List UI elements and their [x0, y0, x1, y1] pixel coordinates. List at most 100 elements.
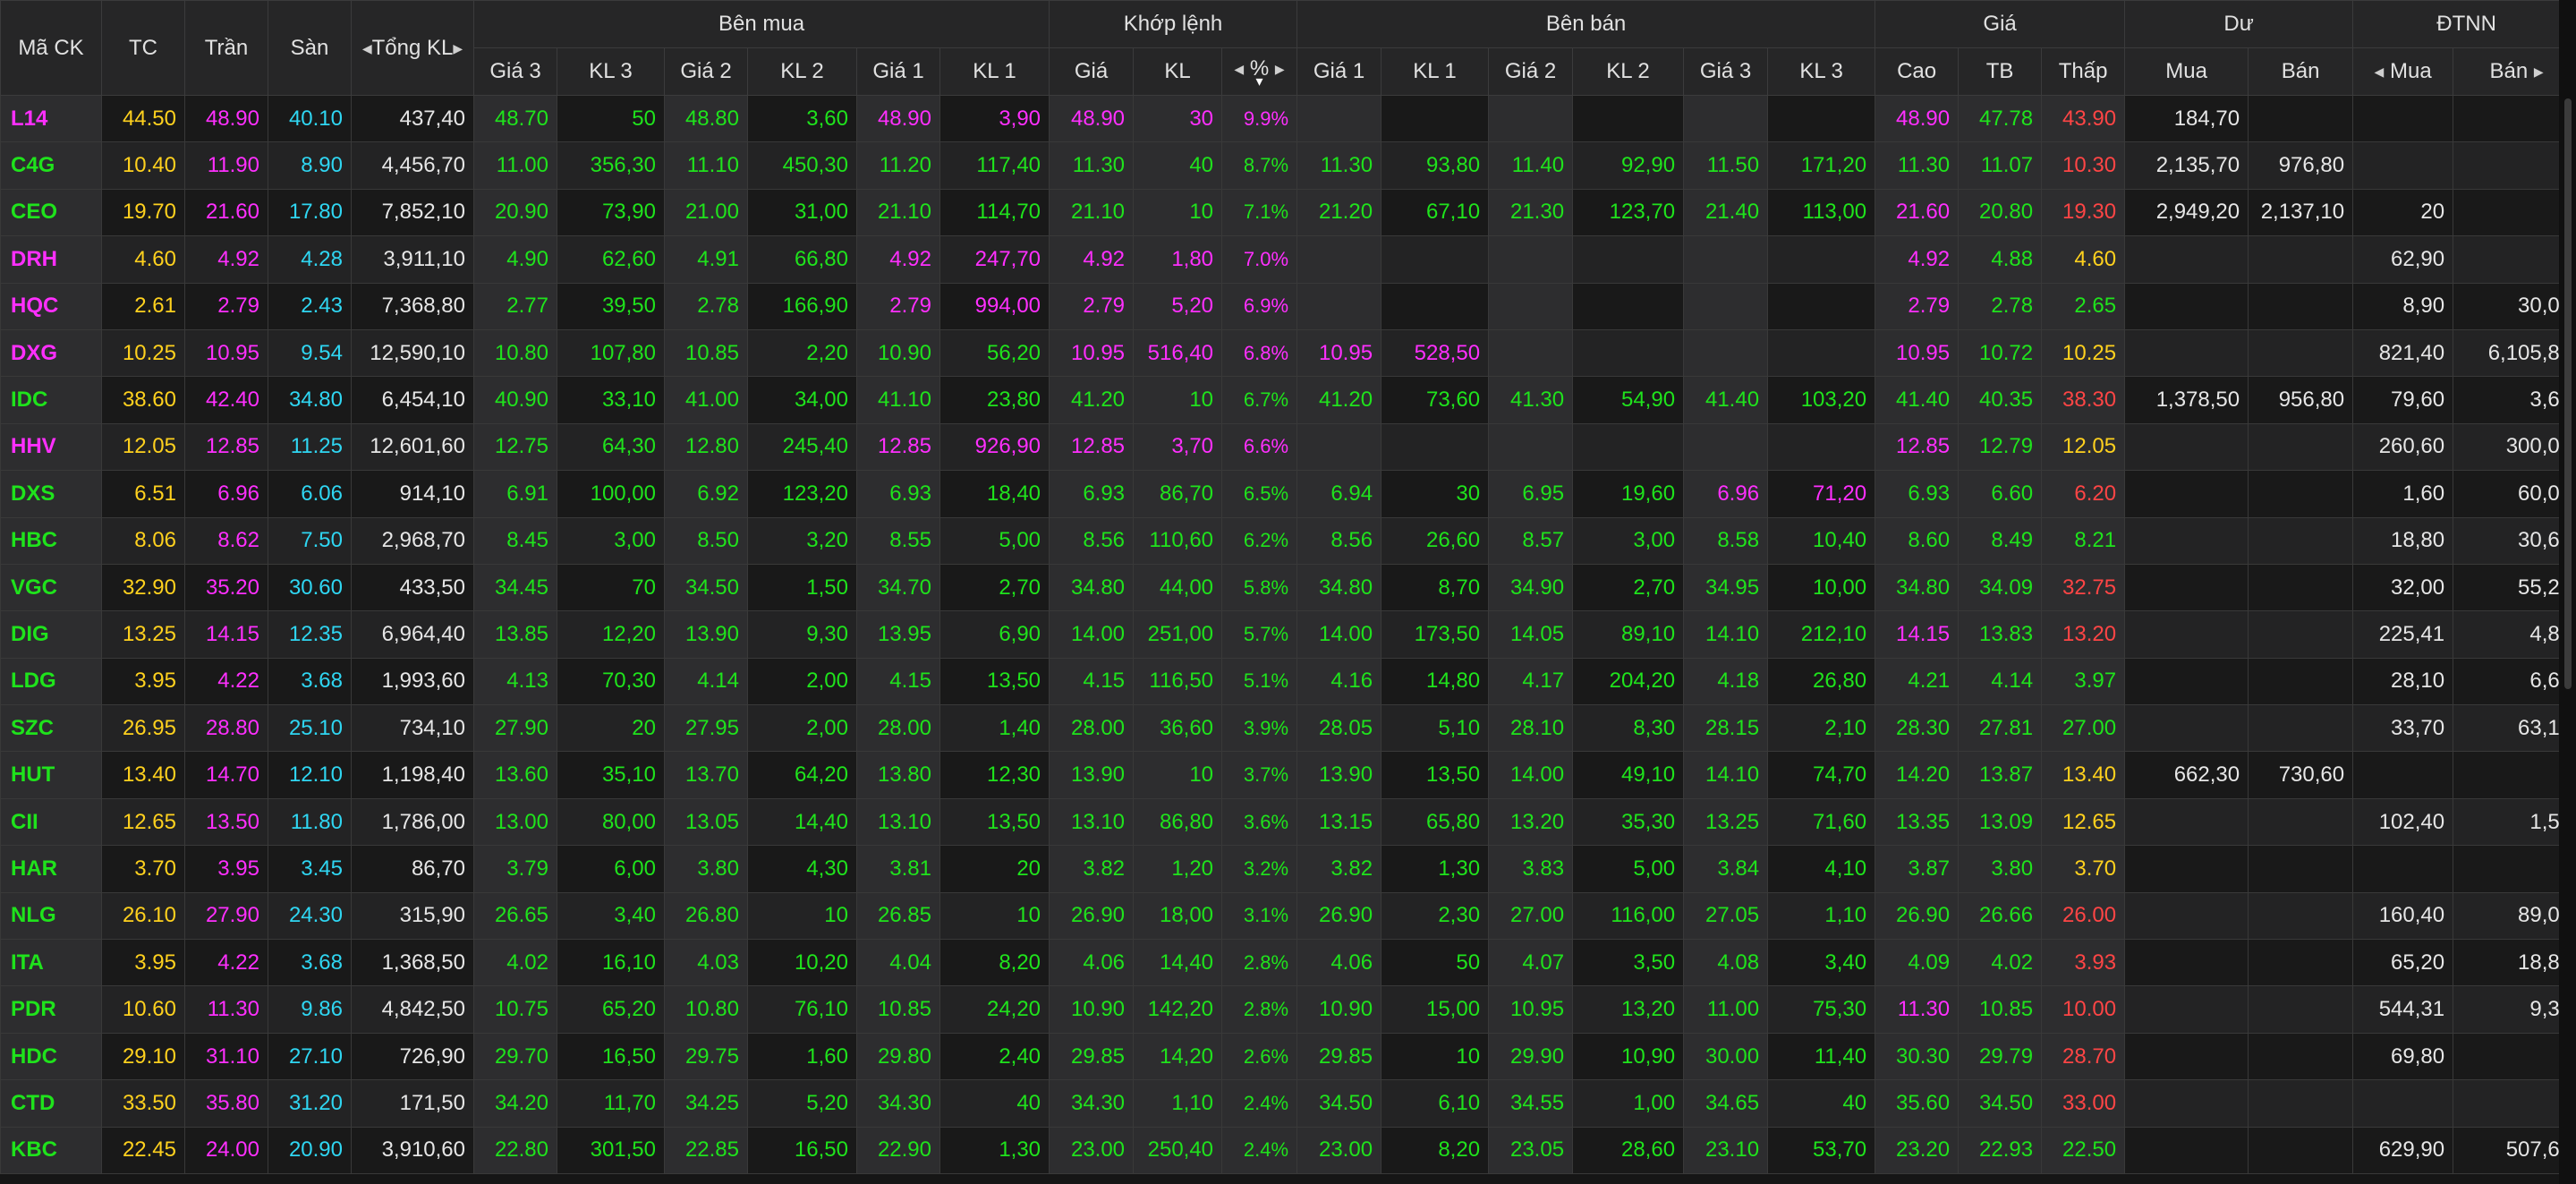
symbol-cell[interactable]: HDC [0, 1032, 102, 1081]
symbol-cell[interactable]: SZC [0, 704, 102, 753]
scrollbar-thumb[interactable] [2564, 98, 2572, 689]
header-match-percent[interactable]: ◀ % ▶ ▾ [1221, 47, 1298, 96]
ask-vol-1-cell [1381, 422, 1490, 472]
table-row[interactable]: HBC 8.06 8.62 7.50 2,968,70 8.45 3,00 8.50 3,20 8… [0, 516, 2576, 565]
ask-vol-2-cell: 204,20 [1572, 657, 1685, 706]
sort-down-icon[interactable]: ▾ [1222, 75, 1297, 89]
table-row[interactable]: DXG 10.25 10.95 9.54 12,590,10 10.80 107,80 10.… [0, 328, 2576, 378]
symbol-cell[interactable]: HQC [0, 282, 102, 330]
header-bid-price-1[interactable]: Giá 1 [856, 47, 940, 96]
header-reference[interactable]: TC [101, 0, 185, 96]
header-floor[interactable]: Sàn [268, 0, 352, 96]
header-ask-vol-1[interactable]: KL 1 [1381, 47, 1490, 96]
table-row[interactable]: ITA 3.95 4.22 3.68 1,368,50 4.02 16,10 4.03 10,2… [0, 939, 2576, 987]
symbol-cell[interactable]: CII [0, 797, 102, 847]
symbol-cell[interactable]: HBC [0, 516, 102, 565]
average-cell: 27.81 [1958, 704, 2043, 753]
symbol-cell[interactable]: DRH [0, 235, 102, 284]
ask-price-3-cell: 11.00 [1683, 985, 1769, 1034]
caret-left-icon[interactable]: ◀ [2375, 64, 2385, 79]
average-cell: 13.83 [1958, 610, 2043, 659]
header-average[interactable]: TB [1958, 47, 2043, 96]
header-bid-price-2[interactable]: Giá 2 [664, 47, 748, 96]
symbol-cell[interactable]: CTD [0, 1079, 102, 1128]
table-row[interactable]: LDG 3.95 4.22 3.68 1,993,60 4.13 70,30 4.14 2,00… [0, 657, 2576, 706]
header-ask-price-2[interactable]: Giá 2 [1488, 47, 1574, 96]
table-row[interactable]: HUT 13.40 14.70 12.10 1,198,40 13.60 35,10 13.7… [0, 751, 2576, 799]
symbol-cell[interactable]: CEO [0, 188, 102, 237]
floor-cell: 9.86 [268, 985, 352, 1034]
match-price-cell: 8.56 [1049, 516, 1135, 565]
header-symbol[interactable]: Mã CK [0, 0, 102, 96]
table-row[interactable]: C4G 10.40 11.90 8.90 4,456,70 11.00 356,30 11.1… [0, 141, 2576, 190]
table-row[interactable]: CII 12.65 13.50 11.80 1,786,00 13.00 80,00 13.0… [0, 797, 2576, 847]
caret-left-icon[interactable]: ◀ [1234, 62, 1244, 76]
bid-vol-2-cell: 3,60 [747, 94, 857, 143]
caret-right-icon[interactable]: ▶ [2534, 64, 2544, 79]
symbol-cell[interactable]: HAR [0, 845, 102, 893]
header-bid-vol-1[interactable]: KL 1 [939, 47, 1050, 96]
symbol-cell[interactable]: DXS [0, 470, 102, 518]
symbol-cell[interactable]: ITA [0, 939, 102, 987]
table-row[interactable]: L14 44.50 48.90 40.10 437,40 48.70 50 48.80 3,60… [0, 94, 2576, 143]
header-match-price[interactable]: Giá [1049, 47, 1135, 96]
header-total-volume[interactable]: ◀Tổng KL▶ [351, 0, 474, 96]
table-row[interactable]: VGC 32.90 35.20 30.60 433,50 34.45 70 34.50 1,50… [0, 563, 2576, 612]
ask-vol-2-cell: 1,00 [1572, 1079, 1685, 1128]
symbol-cell[interactable]: LDG [0, 657, 102, 706]
header-surplus-buy[interactable]: Mua [2124, 47, 2249, 96]
header-foreign-buy[interactable]: ◀ Mua [2352, 47, 2454, 96]
symbol-cell[interactable]: VGC [0, 563, 102, 612]
match-percent-cell: 3.6% [1221, 797, 1298, 847]
symbol-cell[interactable]: HUT [0, 751, 102, 799]
symbol-cell[interactable]: L14 [0, 94, 102, 143]
header-ask-price-3[interactable]: Giá 3 [1683, 47, 1769, 96]
caret-left-icon[interactable]: ◀ [362, 41, 372, 55]
table-row[interactable]: CEO 19.70 21.60 17.80 7,852,10 20.90 73,90 21.0… [0, 188, 2576, 237]
table-row[interactable]: IDC 38.60 42.40 34.80 6,454,10 40.90 33,10 41.0… [0, 376, 2576, 424]
table-row[interactable]: DRH 4.60 4.92 4.28 3,911,10 4.90 62,60 4.91 66,8… [0, 235, 2576, 284]
table-row[interactable]: HHV 12.05 12.85 11.25 12,601,60 12.75 64,30 12.… [0, 422, 2576, 472]
header-ceiling[interactable]: Trần [184, 0, 268, 96]
header-ask-price-1[interactable]: Giá 1 [1297, 47, 1382, 96]
symbol-cell[interactable]: NLG [0, 891, 102, 941]
header-match-volume[interactable]: KL [1133, 47, 1223, 96]
symbol-cell[interactable]: DIG [0, 610, 102, 659]
table-row[interactable]: CTD 33.50 35.80 31.20 171,50 34.20 11,70 34.25 5… [0, 1079, 2576, 1128]
symbol-cell[interactable]: HHV [0, 422, 102, 472]
table-row[interactable]: KBC 22.45 24.00 20.90 3,910,60 22.80 301,50 22.… [0, 1126, 2576, 1174]
header-high[interactable]: Cao [1875, 47, 1960, 96]
floor-cell: 12.10 [268, 751, 352, 799]
match-percent-cell: 2.4% [1221, 1079, 1298, 1128]
table-row[interactable]: HAR 3.70 3.95 3.45 86,70 3.79 6,00 3.80 4,30 3.81… [0, 845, 2576, 893]
header-low[interactable]: Thấp [2041, 47, 2126, 96]
header-bid-vol-2[interactable]: KL 2 [747, 47, 857, 96]
symbol-cell[interactable]: IDC [0, 376, 102, 424]
match-volume-cell: 40 [1133, 141, 1223, 190]
table-row[interactable]: PDR 10.60 11.30 9.86 4,842,50 10.75 65,20 10.80… [0, 985, 2576, 1034]
table-row[interactable]: HQC 2.61 2.79 2.43 7,368,80 2.77 39,50 2.78 166,… [0, 282, 2576, 330]
header-bid-vol-3[interactable]: KL 3 [557, 47, 665, 96]
table-row[interactable]: DXS 6.51 6.96 6.06 914,10 6.91 100,00 6.92 123,2… [0, 470, 2576, 518]
bid-price-2-cell: 3.80 [664, 845, 748, 893]
caret-right-icon[interactable]: ▶ [1275, 62, 1285, 76]
total-volume-cell: 1,368,50 [351, 939, 474, 987]
ask-price-2-cell: 4.07 [1488, 939, 1574, 987]
surplus-buy-cell [2124, 282, 2249, 330]
symbol-cell[interactable]: C4G [0, 141, 102, 190]
symbol-cell[interactable]: PDR [0, 985, 102, 1034]
symbol-cell[interactable]: DXG [0, 328, 102, 378]
header-ask-vol-2[interactable]: KL 2 [1572, 47, 1685, 96]
surplus-sell-cell [2248, 1032, 2354, 1081]
table-row[interactable]: HDC 29.10 31.10 27.10 726,90 29.70 16,50 29.75 1… [0, 1032, 2576, 1081]
header-bid-price-3[interactable]: Giá 3 [473, 47, 557, 96]
table-row[interactable]: SZC 26.95 28.80 25.10 734,10 27.90 20 27.95 2,00… [0, 704, 2576, 753]
header-surplus-sell[interactable]: Bán [2248, 47, 2354, 96]
table-row[interactable]: DIG 13.25 14.15 12.35 6,964,40 13.85 12,20 13.9… [0, 610, 2576, 659]
symbol-cell[interactable]: KBC [0, 1126, 102, 1174]
header-ask-vol-3[interactable]: KL 3 [1767, 47, 1876, 96]
ask-vol-1-cell: 14,80 [1381, 657, 1490, 706]
table-row[interactable]: NLG 26.10 27.90 24.30 315,90 26.65 3,40 26.80 10… [0, 891, 2576, 941]
caret-right-icon[interactable]: ▶ [453, 41, 463, 55]
header-foreign-sell[interactable]: Bán ▶ [2453, 47, 2576, 96]
